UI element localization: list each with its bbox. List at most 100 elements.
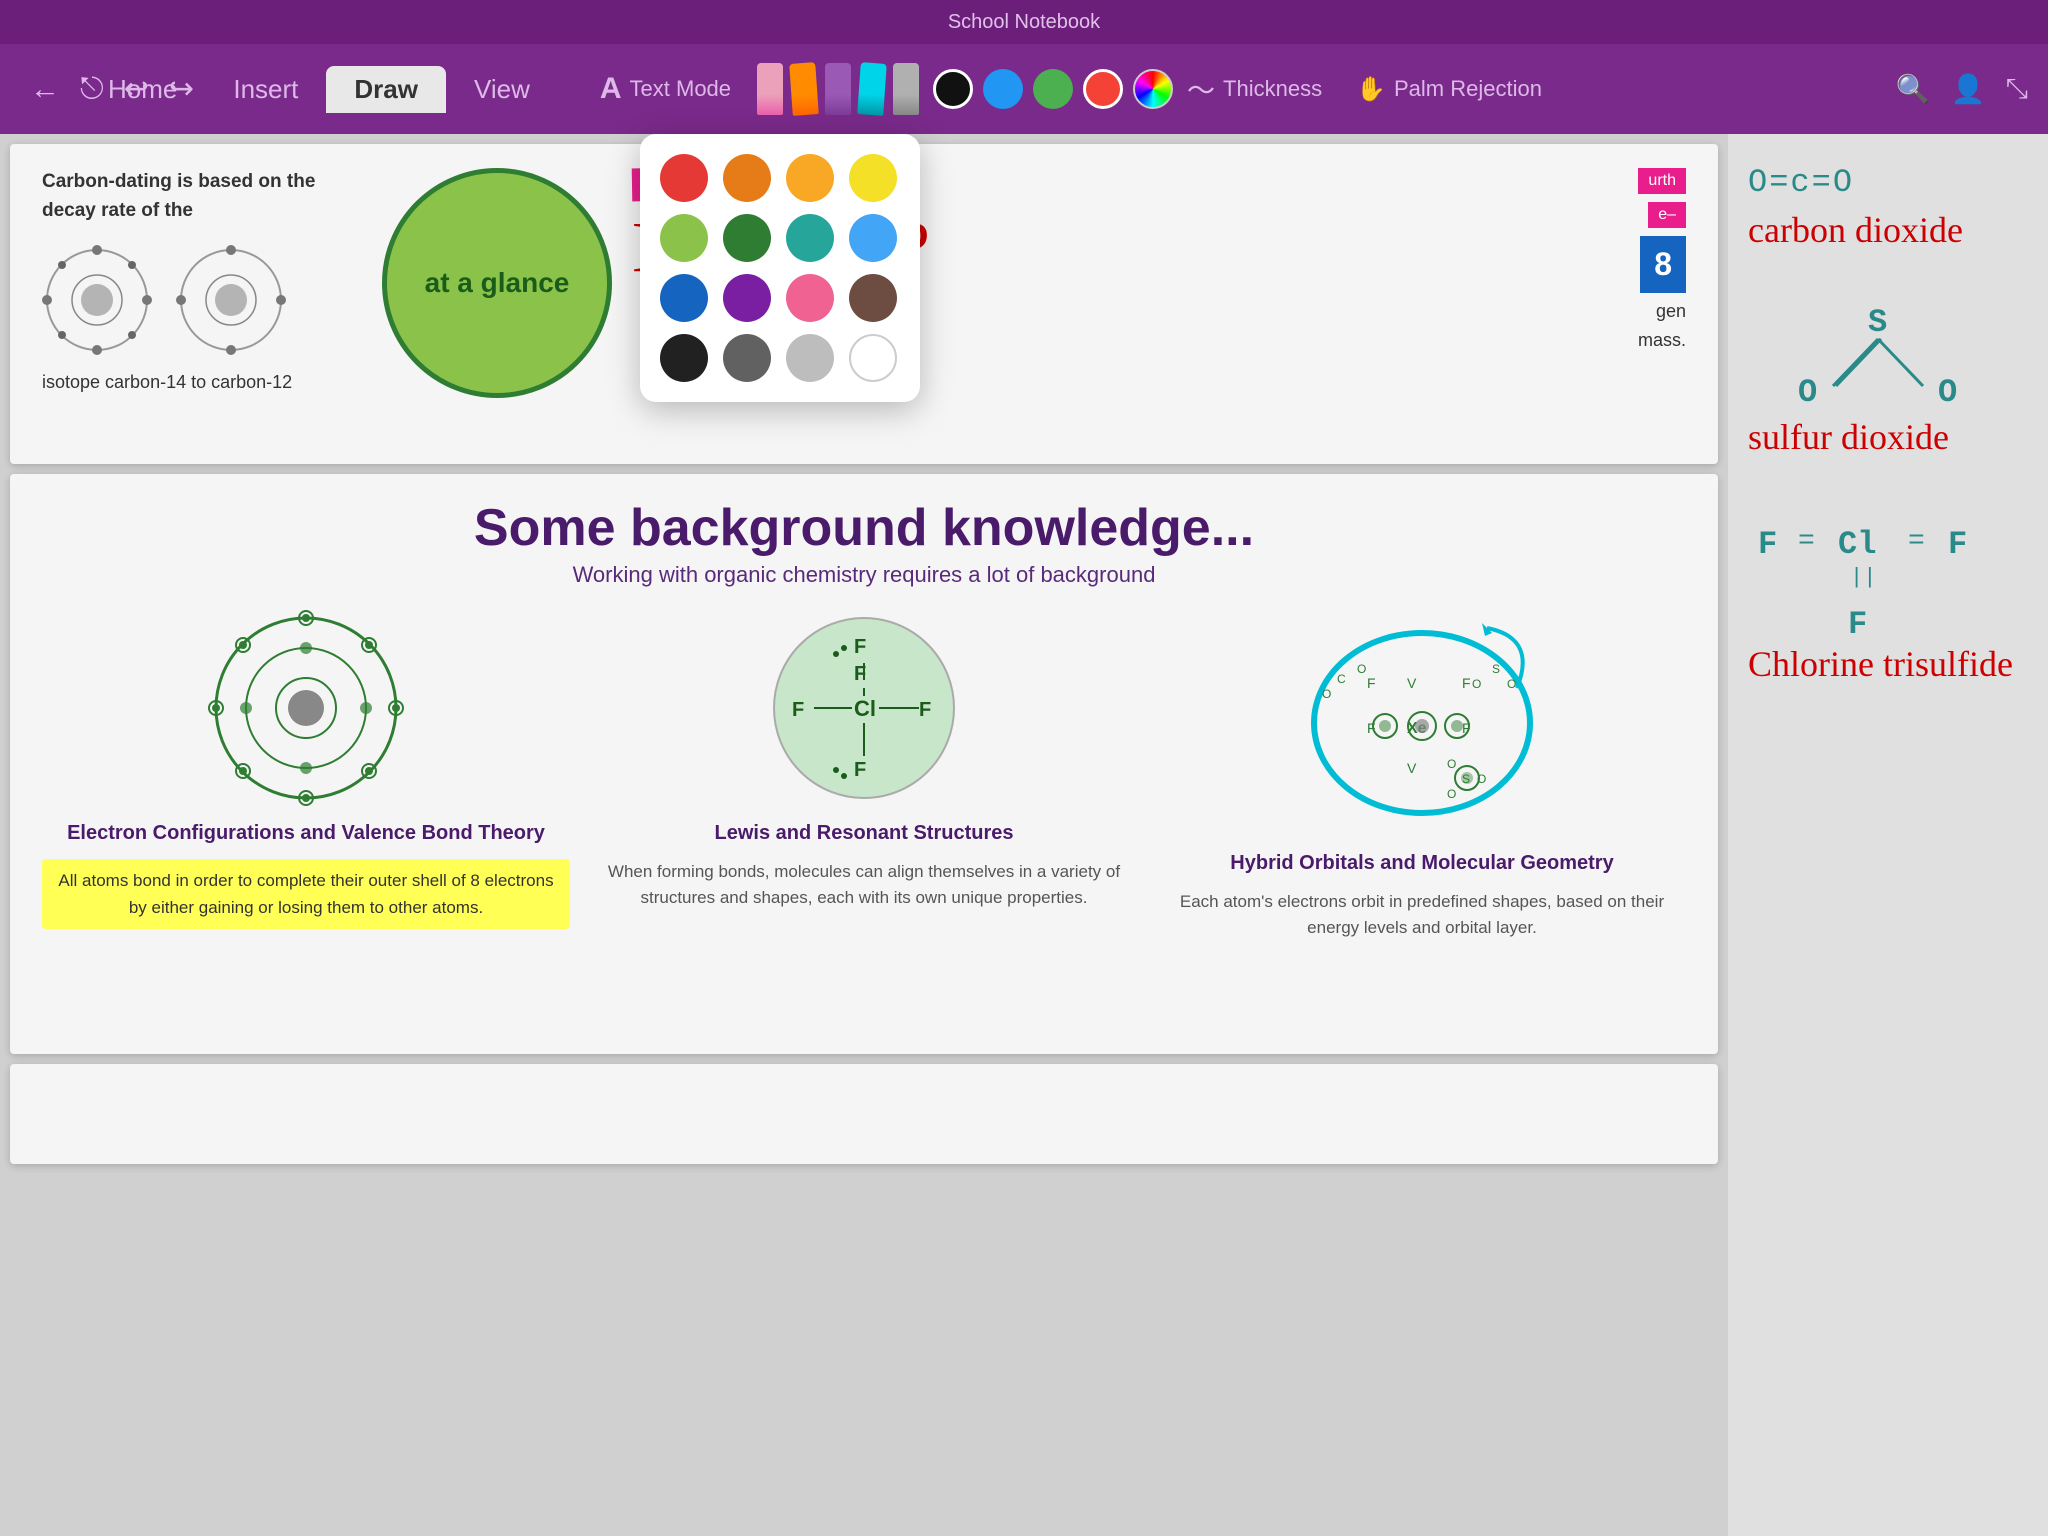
- cp-swatch-amber[interactable]: [786, 154, 834, 202]
- gen-badge: e–: [1648, 202, 1686, 228]
- share-button[interactable]: ⎋: [70, 68, 114, 110]
- color-wheel[interactable]: [1133, 69, 1173, 109]
- number-badge: 8: [1640, 236, 1686, 293]
- card2-desc: When forming bonds, molecules can align …: [600, 859, 1128, 910]
- svg-text:V: V: [1407, 760, 1417, 776]
- svg-text:F: F: [792, 699, 804, 721]
- svg-text:F: F: [1848, 606, 1867, 643]
- text-mode-button[interactable]: A Text Mode: [588, 66, 743, 112]
- svg-text:Cl: Cl: [1838, 526, 1876, 563]
- atom-svg-2: [176, 245, 286, 355]
- back-icon: ←: [30, 72, 60, 105]
- undo-button[interactable]: ↩: [114, 68, 159, 111]
- add-user-icon[interactable]: 👤: [1951, 73, 1986, 106]
- text-mode-icon: A: [600, 72, 622, 106]
- at-a-glance-label: at a glance: [425, 266, 570, 300]
- co2-name: carbon dioxide: [1748, 209, 2028, 251]
- undo-icon: ↩: [124, 73, 149, 106]
- svg-text:F: F: [1948, 526, 1967, 563]
- page-background-knowledge: Some background knowledge... Working wit…: [10, 474, 1718, 1054]
- cp-swatch-black[interactable]: [660, 334, 708, 382]
- swatch-black[interactable]: [933, 69, 973, 109]
- right-sidebar: O=c=O carbon dioxide S O O sulfur dioxid…: [1728, 134, 2048, 1536]
- cp-swatch-lightgray[interactable]: [786, 334, 834, 382]
- clf3-name: Chlorine trisulfide: [1748, 643, 2028, 685]
- share-icon: ⎋: [80, 72, 104, 105]
- main-area: Carbon-dating is based on the decay rate…: [0, 134, 2048, 1536]
- svg-text:S: S: [1868, 304, 1887, 341]
- card-electron-config: Electron Configurations and Valence Bond…: [42, 608, 570, 940]
- cp-swatch-yellow[interactable]: [849, 154, 897, 202]
- svg-text:F: F: [1758, 526, 1777, 563]
- svg-text:O: O: [1447, 787, 1456, 801]
- toolbar-right-icons: 🔍 👤 ⤡: [1896, 73, 2028, 106]
- electron-config-diagram: [206, 608, 406, 808]
- pen-purple[interactable]: [825, 63, 851, 115]
- so2-svg: S O O: [1748, 291, 2028, 421]
- hybrid-orbital-diagram: Xe F F V V F F O: [1307, 608, 1537, 838]
- svg-text:O: O: [1447, 757, 1456, 771]
- mass-label: mass.: [1638, 330, 1686, 351]
- svg-text:O: O: [1938, 374, 1957, 411]
- page2-header: Some background knowledge... Working wit…: [42, 498, 1686, 588]
- thickness-wave-icon: 〜: [1187, 69, 1215, 109]
- cp-swatch-white[interactable]: [849, 334, 897, 382]
- title-bar: School Notebook: [0, 0, 2048, 44]
- pen-gray[interactable]: [893, 63, 919, 115]
- swatch-green[interactable]: [1033, 69, 1073, 109]
- svg-text:O: O: [1798, 374, 1817, 411]
- atom-diagram-1: [42, 245, 152, 360]
- svg-text:O: O: [1357, 662, 1366, 676]
- cp-swatch-brown[interactable]: [849, 274, 897, 322]
- pen-teal[interactable]: [857, 62, 887, 116]
- tab-draw[interactable]: Draw: [326, 66, 446, 113]
- cp-swatch-red[interactable]: [660, 154, 708, 202]
- cp-swatch-darkgreen[interactable]: [723, 214, 771, 262]
- cp-swatch-lime[interactable]: [660, 214, 708, 262]
- collapse-icon[interactable]: ⤡: [2006, 73, 2028, 106]
- svg-text:V: V: [1407, 675, 1417, 691]
- svg-text:S: S: [1492, 662, 1500, 676]
- redo-button[interactable]: ↪: [159, 68, 204, 111]
- svg-text:=: =: [1908, 526, 1925, 557]
- search-icon[interactable]: 🔍: [1896, 73, 1931, 106]
- toolbar: ← ⎋ ↩ ↪ Home Insert Draw View A Text Mod…: [0, 44, 2048, 134]
- cp-swatch-darkgray[interactable]: [723, 334, 771, 382]
- palm-icon: ✋: [1356, 75, 1386, 104]
- atom-diagram-2: [176, 245, 286, 360]
- carbon-dating-desc: Carbon-dating is based on the decay rate…: [42, 168, 362, 225]
- tab-insert[interactable]: Insert: [205, 66, 326, 113]
- carbon-dating-text: Carbon-dating is based on the decay rate…: [42, 168, 362, 393]
- card3-desc: Each atom's electrons orbit in predefine…: [1158, 889, 1686, 940]
- card1-highlight: All atoms bond in order to complete thei…: [42, 859, 570, 929]
- svg-text:Cl: Cl: [854, 696, 876, 721]
- swatch-blue[interactable]: [983, 69, 1023, 109]
- tab-view[interactable]: View: [446, 66, 558, 113]
- cp-swatch-pink[interactable]: [786, 274, 834, 322]
- palm-rejection-button[interactable]: ✋ Palm Rejection: [1356, 75, 1542, 104]
- atom-svg-1: [42, 245, 152, 355]
- color-grid: [660, 154, 900, 382]
- clf3-svg: F Cl F = = || F: [1748, 498, 2028, 648]
- swatch-red[interactable]: [1083, 69, 1123, 109]
- redo-icon: ↪: [169, 73, 194, 106]
- right-annotations: urth e– 8 gen mass.: [1638, 168, 1686, 351]
- gen-label: gen: [1656, 301, 1686, 322]
- svg-text:F: F: [919, 699, 931, 721]
- cp-swatch-lightblue[interactable]: [849, 214, 897, 262]
- svg-text:O: O: [1472, 677, 1481, 691]
- svg-text:||: ||: [1850, 565, 1876, 590]
- cp-swatch-orange[interactable]: [723, 154, 771, 202]
- cp-swatch-teal[interactable]: [786, 214, 834, 262]
- cp-swatch-purple[interactable]: [723, 274, 771, 322]
- svg-text:F: F: [854, 759, 866, 781]
- pen-pink[interactable]: [757, 63, 783, 115]
- pen-orange[interactable]: [789, 62, 819, 116]
- cp-swatch-blue[interactable]: [660, 274, 708, 322]
- svg-text:=: =: [1798, 526, 1815, 557]
- text-mode-label: Text Mode: [630, 76, 732, 102]
- thickness-button[interactable]: 〜 Thickness: [1187, 69, 1322, 109]
- thickness-label: Thickness: [1223, 76, 1322, 102]
- back-button[interactable]: ←: [20, 68, 70, 110]
- isotope-label-text: isotope carbon-14 to carbon-12: [42, 372, 362, 393]
